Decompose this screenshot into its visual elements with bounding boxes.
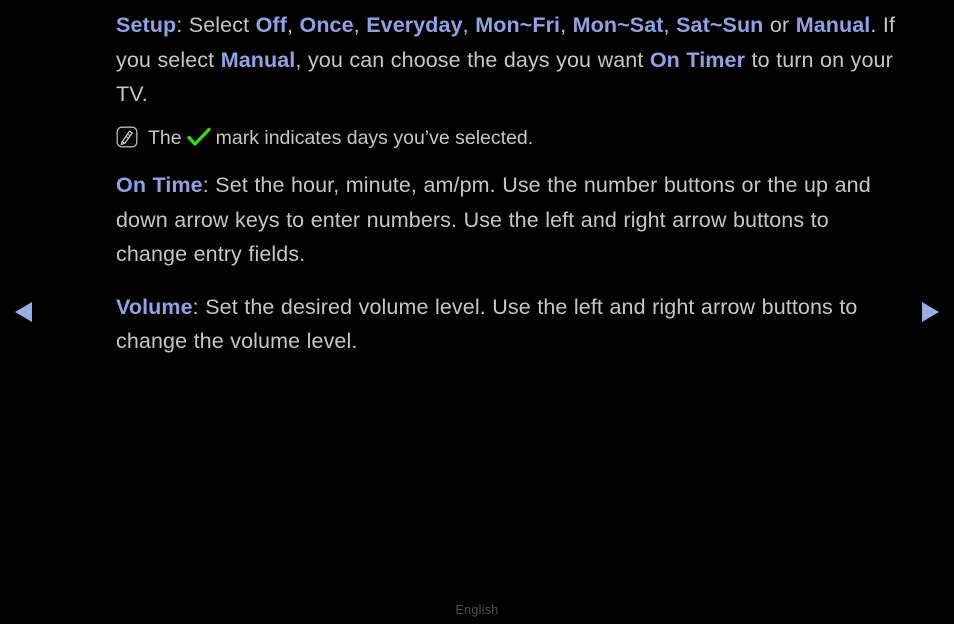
- setup-option-manual-2: Manual: [220, 47, 296, 72]
- setup-option-mon-sat: Mon~Sat: [572, 13, 664, 37]
- setup-option-mon-fri: Mon~Fri: [475, 13, 561, 37]
- check-mark-icon: [186, 126, 212, 148]
- note-line: The mark indicates days you’ve selected.: [116, 122, 906, 153]
- on-time-text: : Set the hour, minute, am/pm. Use the n…: [116, 173, 871, 267]
- volume-paragraph: Volume: Set the desired volume level. Us…: [116, 290, 906, 359]
- on-time-paragraph: On Time: Set the hour, minute, am/pm. Us…: [116, 168, 906, 272]
- setup-option-everyday: Everyday: [366, 13, 463, 37]
- triangle-left-icon: [10, 296, 40, 328]
- setup-option-off: Off: [255, 13, 287, 37]
- setup-text-2: ,: [286, 13, 300, 37]
- next-page-button[interactable]: [914, 296, 944, 328]
- note-pen-icon: [116, 126, 138, 148]
- triangle-right-icon: [914, 296, 944, 328]
- setup-text-6: ,: [663, 13, 677, 37]
- setup-text-5: ,: [560, 13, 573, 37]
- setup-text-9: , you can choose the days you want: [295, 47, 650, 72]
- volume-term: Volume: [116, 294, 193, 319]
- setup-option-on-timer: On Timer: [649, 47, 746, 72]
- volume-text: : Set the desired volume level. Use the …: [116, 294, 858, 354]
- setup-option-manual: Manual: [795, 13, 871, 37]
- setup-text-1: : Select: [176, 13, 256, 37]
- emanual-page: Setup: Select Off, Once, Everyday, Mon~F…: [0, 0, 954, 624]
- manual-content: Setup: Select Off, Once, Everyday, Mon~F…: [116, 8, 906, 366]
- setup-option-sat-sun: Sat~Sun: [676, 13, 764, 37]
- setup-text-4: ,: [462, 13, 476, 37]
- on-time-term: On Time: [116, 173, 203, 198]
- setup-text-3: ,: [353, 13, 367, 37]
- footer-language: English: [455, 603, 499, 617]
- setup-paragraph: Setup: Select Off, Once, Everyday, Mon~F…: [116, 8, 906, 112]
- note-text-after: mark indicates days you’ve selected.: [215, 126, 534, 149]
- setup-option-once: Once: [299, 13, 354, 37]
- note-text-before: The: [148, 126, 182, 149]
- previous-page-button[interactable]: [10, 296, 40, 328]
- setup-text-7: or: [763, 13, 796, 37]
- setup-term: Setup: [116, 13, 177, 37]
